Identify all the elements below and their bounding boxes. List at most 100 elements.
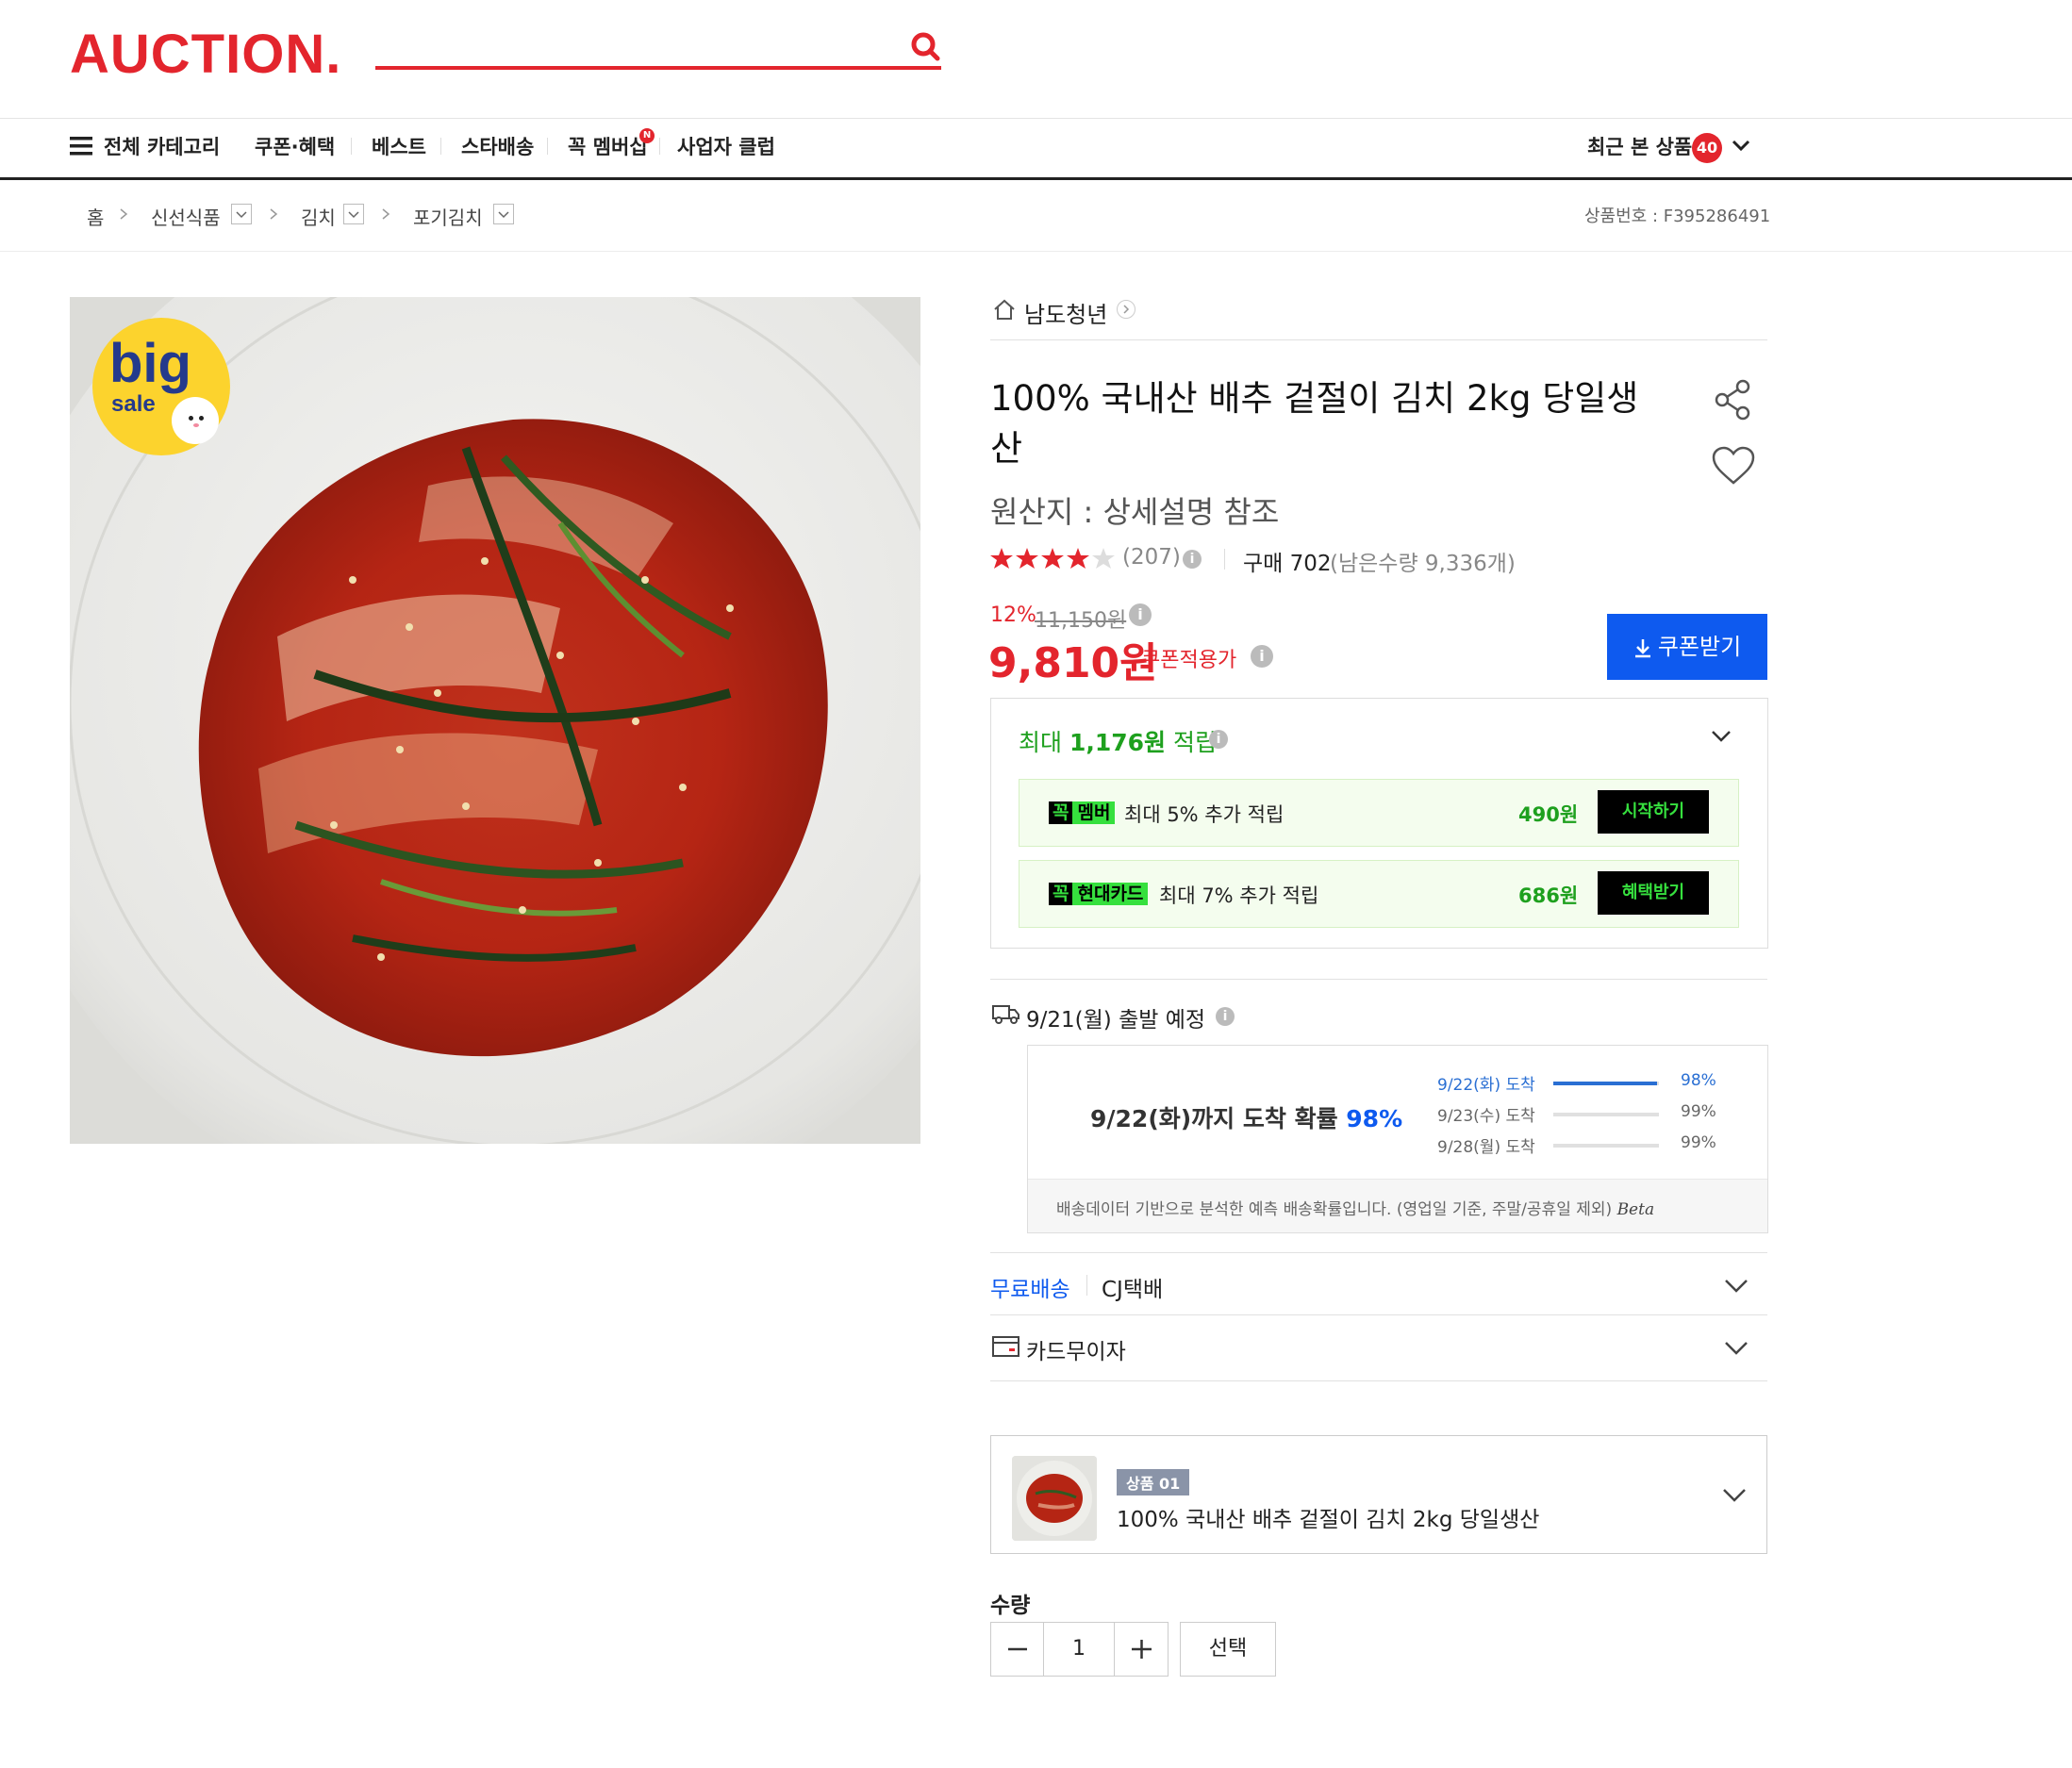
breadcrumb-divider (0, 251, 2072, 252)
section-divider (990, 1314, 1767, 1315)
arrival-probability: 9/22(화)까지 도착 확률 98% (1090, 1105, 1403, 1132)
points-title: 최대 1,176원 적립 (1019, 729, 1217, 756)
minus-icon (1008, 1647, 1027, 1651)
chevron-right-icon[interactable] (1117, 300, 1135, 319)
probability-row-percent: 99% (1681, 1133, 1716, 1152)
nav-separator (659, 138, 660, 155)
chevron-down-icon[interactable] (1724, 1279, 1749, 1294)
info-icon[interactable]: i (1209, 730, 1228, 749)
quantity-input[interactable]: 1 (1045, 1637, 1113, 1661)
coupon-price-label: 쿠폰적용가 (1141, 649, 1237, 672)
truck-icon (992, 1003, 1020, 1024)
store-home-icon[interactable] (992, 298, 1017, 321)
option-tag: 상품 01 (1117, 1469, 1190, 1495)
probability-row-percent: 99% (1681, 1102, 1716, 1121)
card-installment-label: 카드무이자 (1026, 1340, 1126, 1364)
section-divider (990, 1252, 1767, 1253)
badge-sale-text: sale (111, 391, 156, 417)
discount-rate: 12% (990, 603, 1036, 627)
info-icon[interactable]: i (1183, 550, 1202, 569)
nav-coupon-benefit[interactable]: 쿠폰·혜택 (255, 132, 335, 160)
get-benefit-button[interactable]: 혜택받기 (1598, 871, 1709, 915)
remaining-stock: (남은수량 9,336개) (1330, 552, 1516, 576)
breadcrumb-home[interactable]: 홈 (87, 203, 104, 230)
breadcrumb-dropdown[interactable] (231, 204, 252, 224)
rating-stars[interactable] (990, 547, 1119, 571)
quantity-increase-button[interactable] (1114, 1623, 1168, 1676)
info-icon[interactable]: i (1129, 603, 1152, 626)
probability-bar-fill (1553, 1082, 1657, 1085)
carrier-name: CJ택배 (1102, 1278, 1164, 1302)
section-divider (990, 339, 1767, 340)
rabbit-icon (172, 397, 219, 444)
purchase-count: 구매 702 (1243, 552, 1332, 576)
heart-icon[interactable] (1711, 445, 1756, 487)
breadcrumb-dropdown[interactable] (493, 204, 514, 224)
badge-big-text: big (109, 333, 191, 394)
probability-row-label: 9/23(수) 도착 (1437, 1107, 1535, 1126)
chevron-down-icon[interactable] (1722, 1488, 1747, 1503)
option-select[interactable] (990, 1435, 1767, 1554)
chevron-down-icon[interactable] (1724, 1341, 1749, 1356)
nav-star-delivery[interactable]: 스타배송 (461, 132, 534, 160)
quantity-decrease-button[interactable] (991, 1623, 1044, 1676)
product-title: 100% 국내산 배추 겉절이 김치 2kg 당일생산 (990, 378, 1639, 469)
select-option-button[interactable]: 선택 (1180, 1622, 1276, 1677)
departure-date: 9/21(월) 출발 예정 (1026, 1008, 1206, 1033)
auction-logo[interactable]: AUCTION. (70, 23, 341, 86)
nav-business-club[interactable]: 사업자 클럽 (677, 132, 775, 160)
probability-bar-track (1553, 1113, 1659, 1116)
membership-tag: 꼭 멤버 (1049, 799, 1116, 824)
product-code: 상품번호 : F395286491 (1584, 207, 1771, 226)
big-sale-badge: big sale (92, 318, 230, 455)
nav-best[interactable]: 베스트 (372, 132, 426, 160)
nav-membership[interactable]: 꼭 멤버십 (568, 132, 648, 160)
store-name[interactable]: 남도청년 (1024, 296, 1107, 329)
recent-count-badge: 40 (1692, 133, 1722, 163)
membership-points-value: 490원 (1518, 803, 1579, 826)
chevron-right-icon (267, 207, 280, 221)
card-points-text: 최대 7% 추가 적립 (1159, 884, 1319, 907)
section-divider (990, 1380, 1767, 1381)
share-icon[interactable] (1711, 377, 1756, 422)
divider (1086, 1275, 1087, 1296)
nav-bottom-border (0, 177, 2072, 180)
chevron-down-icon[interactable] (1711, 730, 1732, 743)
nav-separator (440, 138, 441, 155)
coupon-download-label: 쿠폰받기 (1657, 634, 1742, 660)
plus-icon (1132, 1640, 1152, 1659)
chevron-right-icon (379, 207, 392, 221)
divider (1224, 549, 1225, 570)
product-origin: 원산지 : 상세설명 참조 (990, 494, 1280, 530)
membership-points-text: 최대 5% 추가 적립 (1124, 803, 1285, 826)
new-badge: N (639, 128, 655, 143)
probability-row-label: 9/28(월) 도착 (1437, 1138, 1535, 1157)
breadcrumb-pogi-kimchi[interactable]: 포기김치 (413, 203, 483, 230)
search-icon[interactable] (907, 28, 945, 66)
nav-separator (351, 138, 352, 155)
search-input[interactable] (375, 66, 941, 70)
review-count[interactable]: (207) (1122, 545, 1181, 570)
recent-products-label[interactable]: 최근 본 상품 (1587, 132, 1692, 160)
probability-row-percent: 98% (1681, 1071, 1716, 1090)
chevron-down-icon[interactable] (1732, 140, 1750, 153)
probability-bar-track (1553, 1082, 1659, 1085)
probability-bar-track (1553, 1144, 1659, 1148)
nav-separator (547, 138, 548, 155)
nav-all-categories[interactable]: 전체 카테고리 (104, 132, 220, 160)
breadcrumb-dropdown[interactable] (343, 204, 364, 224)
download-icon (1633, 637, 1652, 658)
delivery-note: 배송데이터 기반으로 분석한 예측 배송확률입니다. (영업일 기준, 주말/공… (1056, 1200, 1655, 1219)
card-points-value: 686원 (1518, 884, 1579, 907)
chevron-right-icon (117, 207, 130, 221)
quantity-label: 수량 (990, 1594, 1031, 1618)
start-membership-button[interactable]: 시작하기 (1598, 790, 1709, 834)
info-icon[interactable]: i (1251, 645, 1273, 668)
coupon-download-button[interactable]: 쿠폰받기 (1607, 614, 1767, 680)
info-icon[interactable]: i (1216, 1007, 1235, 1026)
hamburger-menu-icon[interactable] (70, 137, 92, 156)
breadcrumb-kimchi[interactable]: 김치 (301, 203, 336, 230)
section-divider (990, 979, 1767, 980)
hyundai-card-tag: 꼭 현대카드 (1049, 880, 1149, 905)
breadcrumb-fresh-food[interactable]: 신선식품 (151, 203, 221, 230)
